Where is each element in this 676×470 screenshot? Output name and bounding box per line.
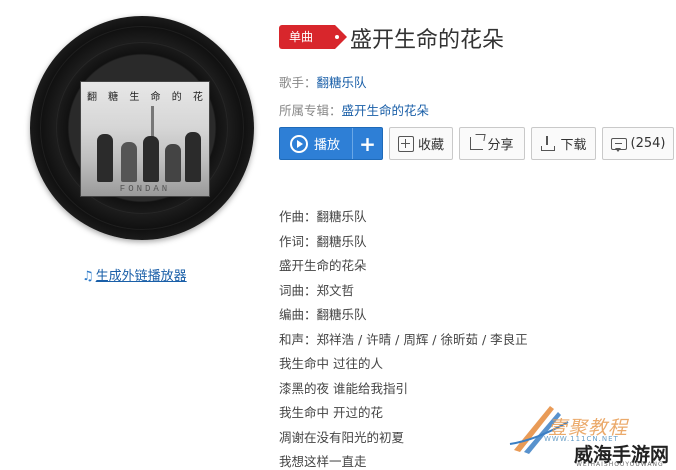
share-icon bbox=[470, 137, 484, 150]
play-button-group: 播放 + bbox=[279, 127, 383, 160]
lyric-line: 我生命中 过往的人 bbox=[279, 356, 383, 371]
cover-figure bbox=[121, 142, 137, 182]
favorite-button[interactable]: 收藏 bbox=[389, 127, 453, 160]
album-row: 所属专辑：盛开生命的花朵 bbox=[279, 100, 429, 119]
song-title: 盛开生命的花朵 bbox=[350, 28, 505, 53]
download-button[interactable]: 下载 bbox=[531, 127, 596, 160]
lyric-line: 我想这样一直走 bbox=[279, 454, 367, 469]
cover-figure bbox=[97, 134, 113, 182]
comments-count: (254) bbox=[630, 136, 666, 151]
ext-player-link[interactable]: ♫ 生成外链播放器 bbox=[82, 265, 187, 284]
lyric-line: 我生命中 开过的花 bbox=[279, 405, 383, 420]
cover-figure bbox=[185, 132, 201, 182]
cover-figure bbox=[165, 144, 181, 182]
lyric-line: 作曲：翻糖乐队 bbox=[279, 209, 367, 224]
singer-label: 歌手： bbox=[279, 75, 317, 90]
cover-figure bbox=[143, 136, 159, 182]
comments-button[interactable]: (254) bbox=[602, 127, 674, 160]
lyric-line: 盛开生命的花朵 bbox=[279, 258, 367, 273]
album-record: 翻 糖 生 命 的 花 朵 FONDAN bbox=[30, 16, 254, 240]
play-button[interactable]: 播放 bbox=[280, 128, 352, 159]
watermark-url: WWW.111CN.NET bbox=[544, 435, 619, 443]
lyric-line: 凋谢在没有阳光的初夏 bbox=[279, 429, 405, 445]
singer-row: 歌手：翻糖乐队 bbox=[279, 72, 367, 91]
singer-link[interactable]: 翻糖乐队 bbox=[317, 75, 367, 90]
lyric-line: 和声：郑祥浩 / 许晴 / 周辉 / 徐昕茹 / 李良正 bbox=[279, 331, 528, 347]
cover-title: 翻 糖 生 命 的 花 朵 bbox=[87, 92, 209, 103]
watermark-top: 壹聚教程 bbox=[548, 417, 629, 439]
play-icon bbox=[290, 134, 308, 153]
lyrics: 作曲：翻糖乐队 作词：翻糖乐队 盛开生命的花朵 词曲：郑文哲 编曲：翻糖乐队 和… bbox=[279, 206, 528, 470]
lyric-line: 作词：翻糖乐队 bbox=[279, 233, 367, 249]
watermark-sub: WEIHAISHOUYOUWANG bbox=[576, 461, 664, 468]
album-label: 所属专辑： bbox=[279, 103, 342, 118]
album-link[interactable]: 盛开生命的花朵 bbox=[342, 103, 430, 118]
play-label: 播放 bbox=[314, 138, 341, 153]
music-note-icon: ♫ bbox=[82, 269, 94, 284]
album-cover: 翻 糖 生 命 的 花 朵 FONDAN bbox=[80, 81, 210, 197]
watermark-main: 威海手游网 bbox=[574, 444, 670, 466]
cover-brand: FONDAN bbox=[119, 184, 171, 194]
lyric-line: 编曲：翻糖乐队 bbox=[279, 307, 367, 322]
add-box-icon bbox=[397, 135, 414, 152]
share-button[interactable]: 分享 bbox=[459, 127, 525, 160]
badge-dot bbox=[335, 35, 339, 39]
share-label: 分享 bbox=[487, 138, 514, 153]
lyric-line: 词曲：郑文哲 bbox=[279, 282, 355, 298]
favorite-label: 收藏 bbox=[417, 138, 444, 153]
lyric-line: 漆黑的夜 谁能给我指引 bbox=[279, 380, 408, 396]
add-to-playlist-button[interactable]: + bbox=[353, 128, 382, 159]
ext-player-link-label: 生成外链播放器 bbox=[95, 269, 187, 284]
download-icon bbox=[540, 135, 556, 152]
comment-icon bbox=[610, 137, 627, 152]
download-label: 下载 bbox=[560, 138, 587, 153]
single-badge: 单曲 bbox=[279, 25, 347, 49]
single-badge-label: 单曲 bbox=[289, 30, 314, 44]
